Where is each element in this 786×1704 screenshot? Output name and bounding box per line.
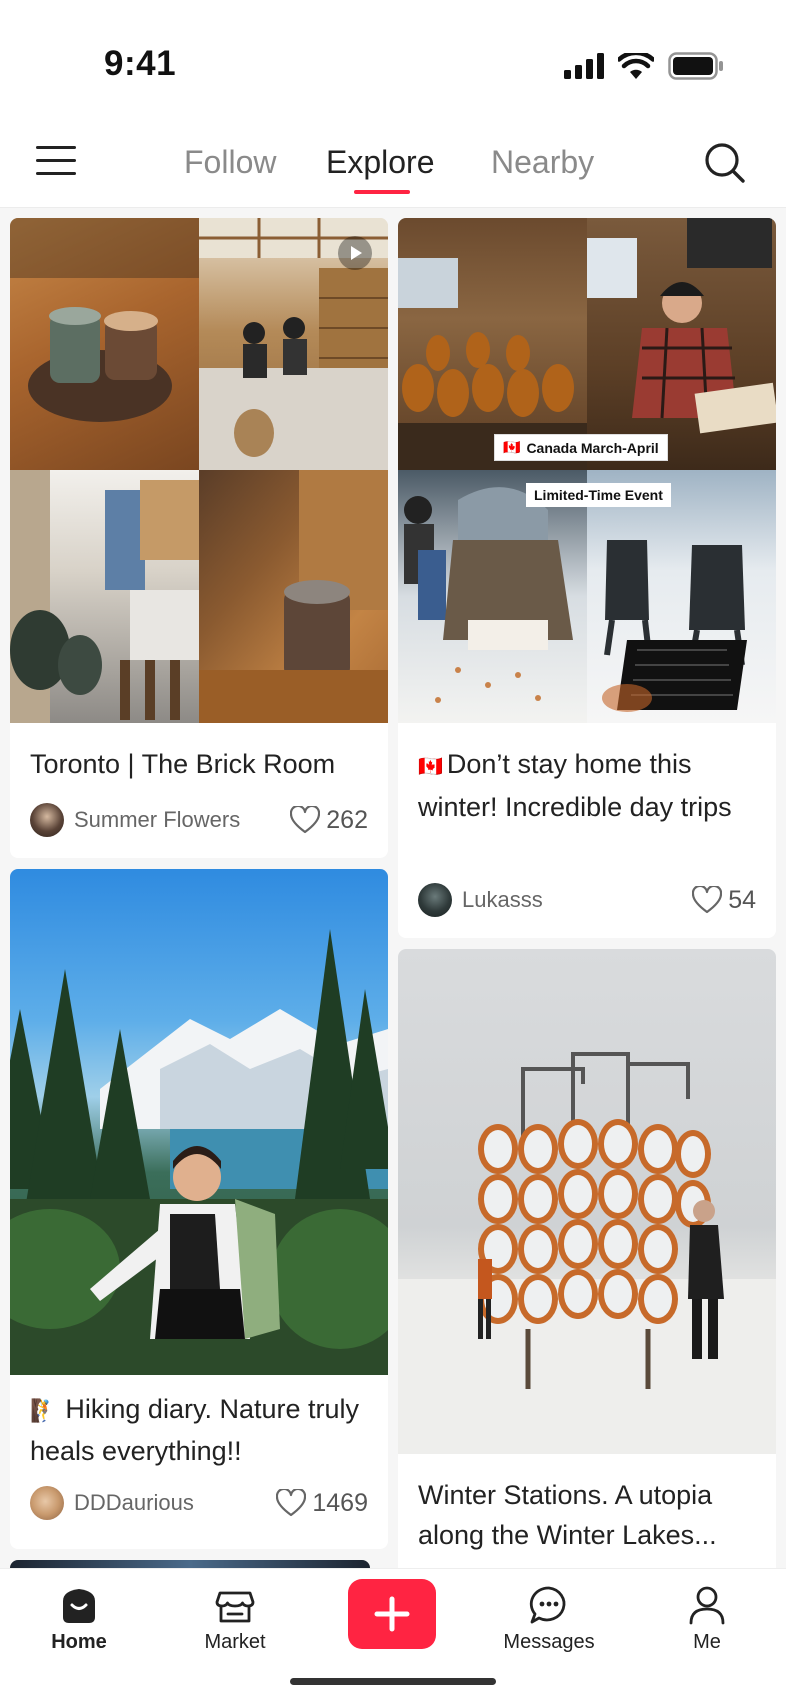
feed-card-hiking[interactable]: 🧗 Hiking diary. Nature truly heals everyt… — [10, 869, 388, 1549]
title-text: Hiking diary. Nature truly heals everyth… — [30, 1394, 360, 1466]
nav-market[interactable]: Market — [180, 1583, 290, 1654]
card-image-winter-stations — [398, 949, 776, 1454]
card-meta: Summer Flowers 262 — [30, 800, 368, 840]
messages-icon — [529, 1586, 566, 1624]
card-title: Winter Stations. A utopia along the Wint… — [418, 1480, 717, 1550]
avatar[interactable] — [30, 1486, 64, 1520]
search-icon[interactable] — [704, 142, 746, 184]
author-name[interactable]: Summer Flowers — [74, 807, 290, 833]
feed-card-day-trips[interactable]: 🇨🇦 Canada March-April Limited-Time Event … — [398, 218, 776, 938]
status-bar: 9:41 — [0, 0, 786, 120]
card-meta: Lukasss 54 — [418, 880, 756, 920]
home-indicator — [290, 1678, 496, 1685]
card-meta: DDDaurious 1469 — [30, 1483, 368, 1523]
nav-label: Me — [693, 1631, 721, 1653]
title-emoji: 🇨🇦 — [418, 756, 443, 778]
me-icon — [689, 1586, 725, 1625]
flag-icon: 🇨🇦 — [503, 439, 521, 455]
nav-me[interactable]: Me — [652, 1583, 762, 1654]
nav-home[interactable]: Home — [24, 1583, 134, 1654]
feed-card-winter-stations[interactable]: Winter Stations. A utopia along the Wint… — [398, 949, 776, 1579]
like-count: 262 — [326, 805, 368, 834]
author-name[interactable]: DDDaurious — [74, 1490, 276, 1516]
active-tab-indicator — [354, 190, 410, 194]
feed-tabs: Follow Explore Nearby — [0, 120, 786, 208]
card-title: 🧗 Hiking diary. Nature truly heals everyt… — [30, 1389, 368, 1471]
wifi-icon — [618, 53, 654, 79]
signal-icon — [564, 53, 604, 79]
title-text: Don’t stay home this winter! Incredible … — [418, 749, 732, 822]
card-title: 🇨🇦 Don’t stay home this winter! Incredibl… — [418, 744, 756, 827]
like-button[interactable]: 54 — [692, 886, 756, 915]
play-icon — [351, 246, 362, 260]
create-post-button[interactable] — [348, 1579, 436, 1649]
tab-explore[interactable]: Explore — [326, 144, 435, 181]
title-emoji: 🧗 — [30, 1398, 58, 1423]
card-image-collage: 🇨🇦 Canada March-April Limited-Time Event — [398, 218, 776, 723]
like-count: 54 — [728, 885, 756, 914]
heart-icon — [692, 886, 723, 914]
tab-nearby[interactable]: Nearby — [491, 144, 594, 181]
heart-icon — [276, 1489, 307, 1517]
nav-label: Home — [51, 1631, 107, 1653]
nav-messages[interactable]: Messages — [494, 1583, 604, 1654]
card-image-collage — [10, 218, 388, 723]
feed-card-brick-room[interactable]: Toronto | The Brick Room Summer Flowers … — [10, 218, 388, 858]
event-tag: Limited-Time Event — [526, 483, 671, 507]
tab-follow[interactable]: Follow — [184, 144, 276, 181]
market-icon — [215, 1591, 255, 1623]
like-button[interactable]: 262 — [290, 806, 368, 835]
avatar[interactable] — [30, 803, 64, 837]
nav-label: Market — [204, 1631, 266, 1653]
status-time: 9:41 — [104, 44, 177, 83]
video-badge — [338, 236, 372, 270]
plus-icon — [374, 1596, 410, 1632]
home-icon — [63, 1589, 95, 1623]
top-nav: Follow Explore Nearby — [0, 120, 786, 208]
card-title: Toronto | The Brick Room — [30, 749, 336, 779]
avatar[interactable] — [418, 883, 452, 917]
author-name[interactable]: Lukasss — [462, 887, 692, 913]
nav-label: Messages — [503, 1631, 595, 1653]
heart-icon — [290, 806, 321, 834]
like-count: 1469 — [312, 1488, 368, 1517]
battery-icon — [668, 52, 723, 80]
status-icons — [564, 52, 724, 80]
card-image-hiking — [10, 869, 388, 1375]
like-button[interactable]: 1469 — [276, 1489, 368, 1518]
location-tag: 🇨🇦 Canada March-April — [494, 434, 668, 461]
